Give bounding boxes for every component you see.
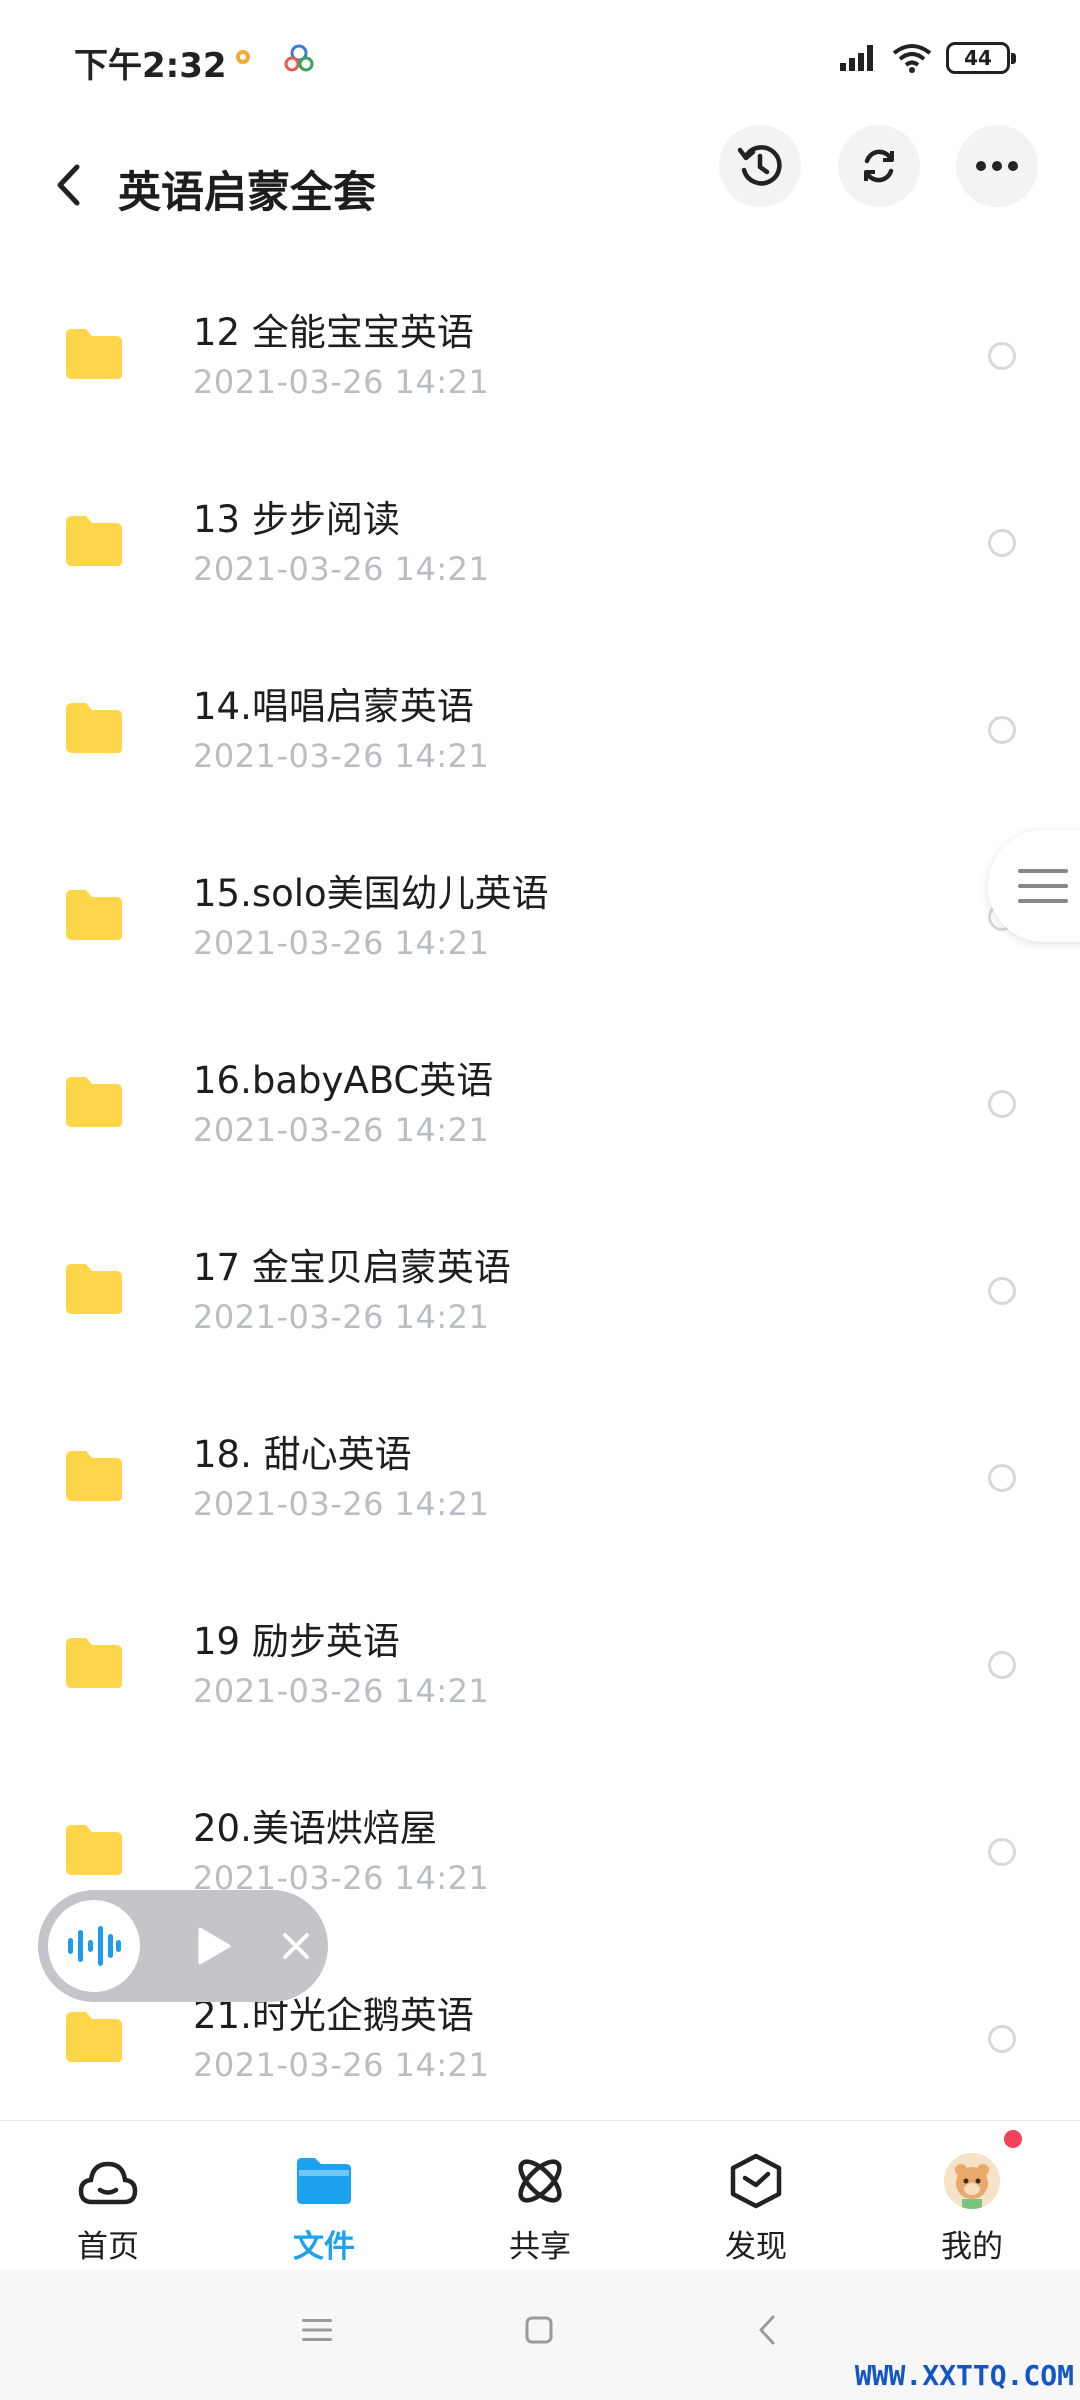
select-radio[interactable] xyxy=(988,529,1016,557)
folder-icon xyxy=(66,1451,122,1501)
nav-share[interactable]: 共享 xyxy=(470,2153,610,2273)
select-radio[interactable] xyxy=(988,716,1016,744)
history-button[interactable] xyxy=(719,125,801,207)
file-name: 19 励步英语 xyxy=(193,1620,400,1663)
file-date: 2021-03-26 14:21 xyxy=(193,2046,490,2084)
list-item[interactable]: 13 步步阅读 2021-03-26 14:21 xyxy=(0,447,1080,634)
close-player-button[interactable] xyxy=(274,1924,318,1968)
folder-icon xyxy=(297,2158,351,2204)
folder-icon xyxy=(66,2012,122,2062)
file-date: 2021-03-26 14:21 xyxy=(193,737,490,775)
avatar xyxy=(944,2153,1000,2209)
file-name: 20.美语烘焙屋 xyxy=(193,1807,437,1850)
status-bar: 下午2:32 44 xyxy=(0,0,1080,120)
list-item[interactable]: 17 金宝贝启蒙英语 2021-03-26 14:21 xyxy=(0,1195,1080,1382)
folder-icon xyxy=(66,1825,122,1875)
signal-icon xyxy=(840,45,873,71)
system-nav-bar: WWW.XXTTQ.COM xyxy=(0,2270,1080,2400)
nav-files[interactable]: 文件 xyxy=(254,2153,394,2273)
voice-wave-button[interactable] xyxy=(48,1900,140,1992)
file-list: 12 全能宝宝英语 2021-03-26 14:21 13 步步阅读 2021-… xyxy=(0,260,1080,2130)
select-radio[interactable] xyxy=(988,1277,1016,1305)
status-icons: 44 xyxy=(840,40,1016,76)
nav-me[interactable]: 我的 xyxy=(902,2153,1042,2273)
file-date: 2021-03-26 14:21 xyxy=(193,550,490,588)
history-icon xyxy=(737,145,782,186)
header: 英语启蒙全套 xyxy=(0,120,1080,250)
play-icon xyxy=(198,1927,231,1965)
home-square-icon[interactable] xyxy=(525,2316,553,2344)
notification-dot-icon xyxy=(236,50,250,64)
watermark-text: WWW.XXTTQ.COM xyxy=(854,2359,1074,2392)
file-name: 16.babyABC英语 xyxy=(193,1059,494,1102)
file-name: 14.唱唱启蒙英语 xyxy=(193,685,474,728)
select-radio[interactable] xyxy=(988,1838,1016,1866)
play-button[interactable] xyxy=(188,1920,240,1972)
list-item[interactable]: 14.唱唱启蒙英语 2021-03-26 14:21 xyxy=(0,634,1080,821)
file-name: 12 全能宝宝英语 xyxy=(193,311,474,354)
wifi-icon xyxy=(892,44,932,73)
select-radio[interactable] xyxy=(988,1090,1016,1118)
menu-lines-icon xyxy=(1018,869,1068,903)
folder-icon xyxy=(66,1077,122,1127)
sound-wave-icon xyxy=(68,1926,121,1966)
file-name: 15.solo美国幼儿英语 xyxy=(193,872,549,915)
select-radio[interactable] xyxy=(988,1651,1016,1679)
chevron-left-icon xyxy=(57,164,80,206)
cloud-home-icon xyxy=(78,2161,138,2205)
folder-icon xyxy=(66,329,122,379)
list-item[interactable]: 16.babyABC英语 2021-03-26 14:21 xyxy=(0,1008,1080,1195)
file-name: 18. 甜心英语 xyxy=(193,1433,412,1476)
file-date: 2021-03-26 14:21 xyxy=(193,1485,490,1523)
folder-icon xyxy=(66,516,122,566)
refresh-button[interactable] xyxy=(838,125,920,207)
folder-icon xyxy=(66,1264,122,1314)
app-notification-icon xyxy=(284,44,314,72)
folder-icon xyxy=(66,1638,122,1688)
back-nav-icon[interactable] xyxy=(758,2314,776,2346)
nav-home-label: 首页 xyxy=(77,2229,139,2265)
file-date: 2021-03-26 14:21 xyxy=(193,1111,490,1149)
recent-apps-icon[interactable] xyxy=(302,2318,332,2342)
folder-icon xyxy=(66,703,122,753)
file-date: 2021-03-26 14:21 xyxy=(193,1672,490,1710)
floating-audio-player[interactable] xyxy=(38,1890,328,2002)
select-radio[interactable] xyxy=(988,342,1016,370)
nav-home[interactable]: 首页 xyxy=(38,2153,178,2273)
refresh-icon xyxy=(864,149,894,183)
bottom-nav: 首页 文件 共享 发现 我的 xyxy=(0,2120,1080,2271)
nav-discover-label: 发现 xyxy=(725,2229,787,2265)
more-dots-icon xyxy=(976,161,1018,171)
battery-icon: 44 xyxy=(946,42,1016,74)
nav-me-label: 我的 xyxy=(941,2229,1003,2265)
list-item[interactable]: 18. 甜心英语 2021-03-26 14:21 xyxy=(0,1382,1080,1569)
avatar-icon xyxy=(955,2164,989,2209)
status-time: 下午2:32 xyxy=(74,46,227,86)
file-date: 2021-03-26 14:21 xyxy=(193,363,490,401)
file-name: 17 金宝贝启蒙英语 xyxy=(193,1246,511,1289)
file-date: 2021-03-26 14:21 xyxy=(193,1298,490,1336)
discover-box-icon xyxy=(730,2153,782,2209)
share-atom-icon xyxy=(518,2159,562,2203)
file-name: 13 步步阅读 xyxy=(193,498,400,541)
list-item[interactable]: 15.solo美国幼儿英语 2021-03-26 14:21 xyxy=(0,821,1080,1008)
back-button[interactable] xyxy=(40,146,96,224)
list-item[interactable]: 12 全能宝宝英语 2021-03-26 14:21 xyxy=(0,260,1080,447)
select-radio[interactable] xyxy=(988,2025,1016,2053)
nav-files-label: 文件 xyxy=(293,2229,355,2265)
page-title: 英语启蒙全套 xyxy=(118,168,376,218)
list-item[interactable]: 19 励步英语 2021-03-26 14:21 xyxy=(0,1569,1080,1756)
nav-discover[interactable]: 发现 xyxy=(686,2153,826,2273)
more-button[interactable] xyxy=(956,125,1038,207)
close-icon xyxy=(283,1933,309,1959)
nav-share-label: 共享 xyxy=(509,2229,571,2265)
notification-badge xyxy=(1004,2130,1022,2148)
folder-icon xyxy=(66,890,122,940)
select-radio[interactable] xyxy=(988,1464,1016,1492)
file-date: 2021-03-26 14:21 xyxy=(193,924,490,962)
